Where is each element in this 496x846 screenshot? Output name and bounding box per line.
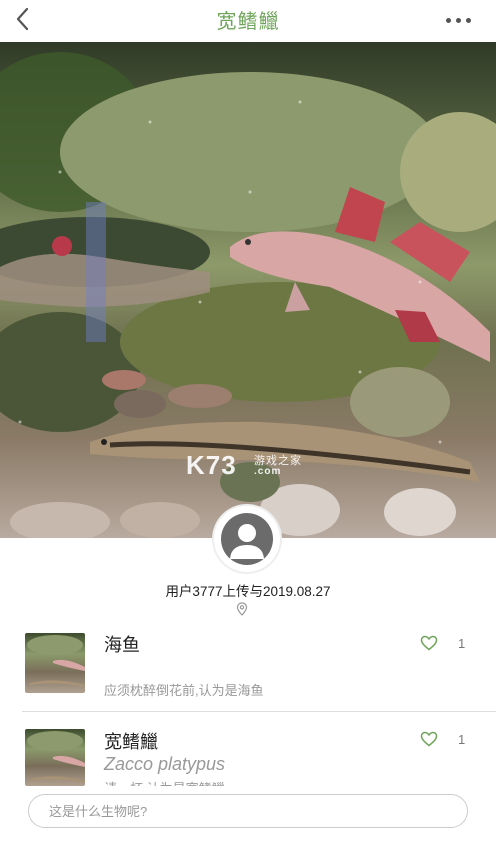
watermark-logo: K73 游戏之家 .com (186, 450, 302, 480)
answer-subtitle: 应须枕醉倒花前,认为是海鱼 (104, 683, 264, 698)
top-bar: 宽鳍鱲 (0, 0, 496, 40)
uploader-info: 用户3777上传与2019.08.27 (165, 584, 331, 599)
answer-title: 海鱼 (104, 635, 140, 655)
avatar-icon (221, 513, 273, 565)
location-pin-icon (236, 602, 248, 616)
answer-thumbnail (25, 633, 85, 693)
page-title: 宽鳍鱲 (216, 11, 280, 33)
like-count: 1 (458, 732, 466, 747)
answer-subtitle: 请一杯 认为是宽鳍鱲 (104, 778, 225, 786)
answer-latin-name: Zacco platypus (104, 754, 226, 774)
more-dots-icon[interactable] (446, 14, 476, 26)
heart-icon[interactable] (420, 635, 438, 651)
hero-photo[interactable]: K73 游戏之家 .com (0, 42, 496, 538)
like-count: 1 (458, 636, 466, 651)
uploader-avatar[interactable] (214, 506, 280, 572)
question-input[interactable] (28, 794, 468, 828)
fish-photo-illustration (0, 52, 496, 538)
answer-thumbnail (25, 729, 85, 786)
divider (22, 711, 496, 712)
bottom-input-bar (0, 786, 496, 846)
heart-icon[interactable] (420, 731, 438, 747)
answer-title: 宽鳍鱲 (104, 732, 158, 752)
